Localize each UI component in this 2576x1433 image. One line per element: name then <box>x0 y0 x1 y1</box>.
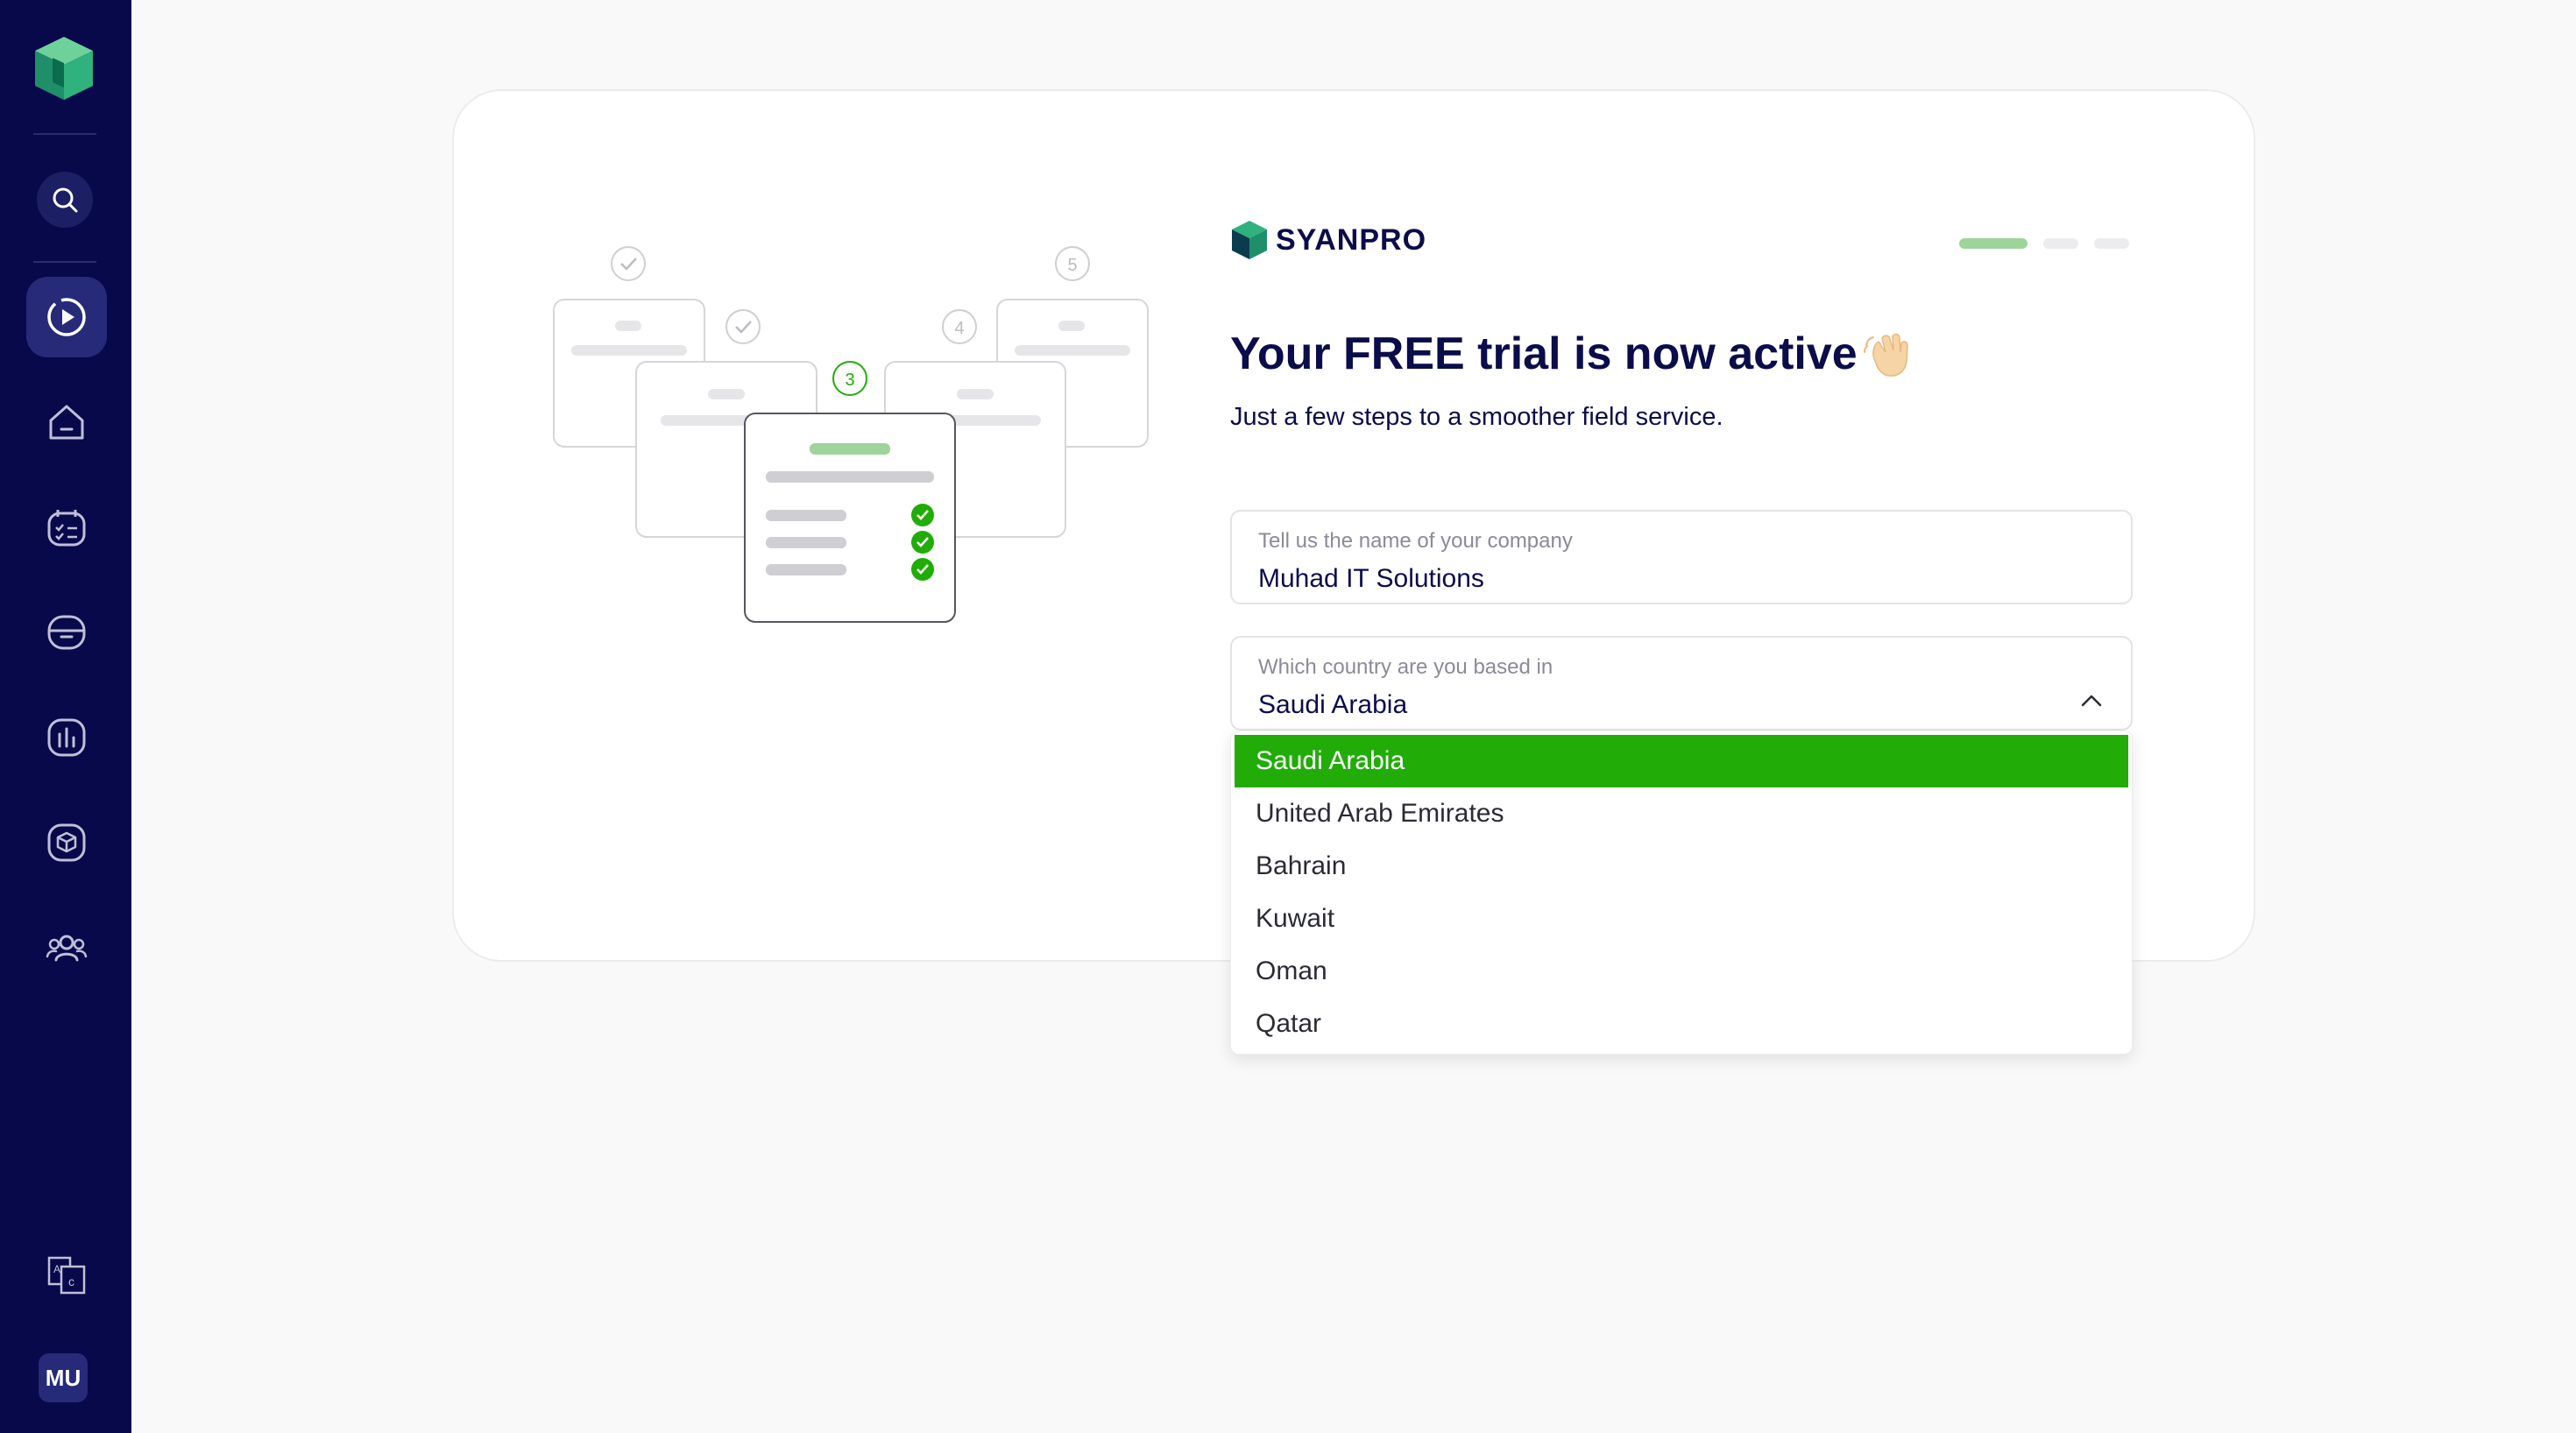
translate-icon: A c <box>47 1256 86 1295</box>
title-highlight: FREE <box>1343 328 1465 379</box>
home-icon <box>49 405 84 440</box>
brand-cube-icon <box>1232 221 1267 259</box>
box-icon <box>47 823 86 862</box>
svg-text:A: A <box>53 1263 60 1275</box>
sidebar-search-button[interactable] <box>37 172 93 228</box>
step-4-marker: 4 <box>942 309 977 344</box>
play-circle-icon <box>47 298 86 336</box>
company-name-value[interactable]: Muhad IT Solutions <box>1258 564 1484 594</box>
country-option-oman[interactable]: Oman <box>1235 945 2128 998</box>
sidebar-item-inventory[interactable] <box>26 802 107 883</box>
onboarding-progress <box>1959 238 2129 249</box>
step-5-marker: 5 <box>1055 246 1090 281</box>
title-prefix: Your <box>1230 328 1344 379</box>
user-avatar[interactable]: MU <box>39 1353 88 1402</box>
sidebar-item-getting-started[interactable] <box>26 277 107 357</box>
sidebar-item-schedule[interactable] <box>26 487 107 568</box>
page-subtitle: Just a few steps to a smoother field ser… <box>1230 403 1723 431</box>
step-2-check-icon <box>725 309 761 344</box>
inbox-icon <box>47 615 86 650</box>
onboarding-illustration: 3 4 5 <box>543 236 1157 631</box>
search-icon <box>53 187 78 213</box>
app-logo[interactable] <box>33 35 95 102</box>
page-title: Your FREE trial is now active <box>1230 326 1915 382</box>
step-5-label: 5 <box>1067 256 1077 275</box>
sidebar-item-team[interactable] <box>26 907 107 988</box>
country-option-qatar[interactable]: Qatar <box>1235 998 2128 1050</box>
sidebar-divider <box>33 133 96 135</box>
country-dropdown: Saudi Arabia United Arab Emirates Bahrai… <box>1230 731 2133 1055</box>
country-value: Saudi Arabia <box>1258 690 1408 719</box>
step-3-label: 3 <box>845 371 854 390</box>
brand-logo: SYANPRO <box>1230 219 1426 261</box>
sidebar: A c MU <box>0 0 131 1433</box>
sidebar-divider <box>33 261 96 263</box>
company-name-field[interactable]: Tell us the name of your company Muhad I… <box>1230 510 2133 604</box>
check-circle-icon <box>911 504 934 581</box>
progress-step-2 <box>2043 238 2078 249</box>
country-option-bahrain[interactable]: Bahrain <box>1235 840 2128 893</box>
progress-step-3 <box>2094 238 2129 249</box>
sidebar-item-language[interactable]: A c <box>26 1235 107 1316</box>
waving-hand-icon <box>1859 326 1915 382</box>
chevron-up-icon[interactable] <box>2078 692 2105 709</box>
country-option-kuwait[interactable]: Kuwait <box>1235 893 2128 945</box>
svg-text:c: c <box>68 1274 74 1288</box>
step-3-marker: 3 <box>832 361 867 396</box>
company-name-label: Tell us the name of your company <box>1258 529 1573 553</box>
country-select[interactable]: Which country are you based in Saudi Ara… <box>1230 636 2133 731</box>
sidebar-item-home[interactable] <box>26 382 107 462</box>
step-4-label: 4 <box>954 319 964 338</box>
bar-chart-icon <box>47 718 86 757</box>
sidebar-item-reports[interactable] <box>26 697 107 778</box>
title-suffix: trial is now active <box>1464 328 1858 379</box>
step-1-check-icon <box>611 246 646 281</box>
users-icon <box>46 935 88 962</box>
country-label: Which country are you based in <box>1258 655 1553 679</box>
country-option-saudi-arabia[interactable]: Saudi Arabia <box>1235 735 2128 787</box>
brand-name: SYANPRO <box>1276 222 1427 257</box>
calendar-checklist-icon <box>47 510 86 547</box>
country-option-uae[interactable]: United Arab Emirates <box>1235 787 2128 840</box>
progress-step-1 <box>1959 238 2028 249</box>
sidebar-item-inbox[interactable] <box>26 592 107 673</box>
